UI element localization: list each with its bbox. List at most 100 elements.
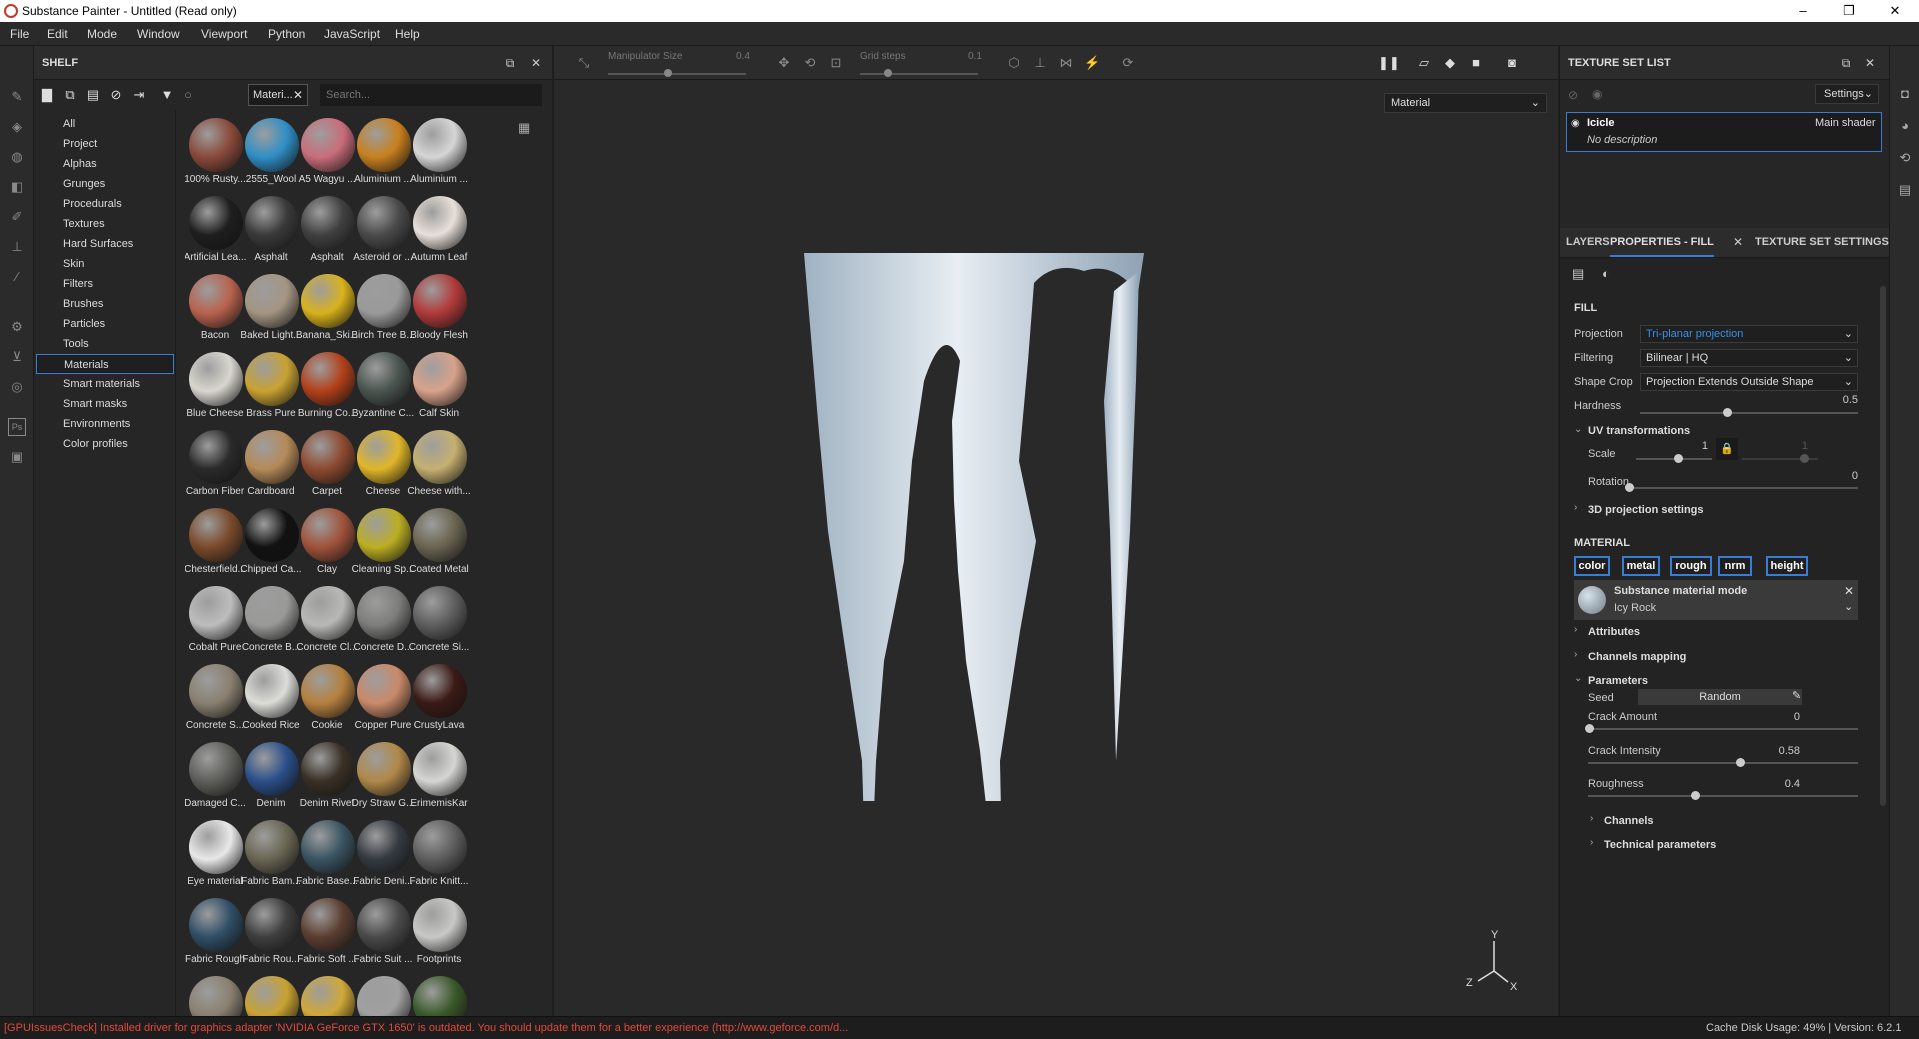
paint-brush-icon[interactable]: ✎ [8,88,26,106]
grid-view-icon[interactable]: ▦ [518,120,530,136]
chevron-down-icon[interactable]: ⌄ [1574,424,1582,435]
mirror-icon[interactable]: ⋈ [1058,55,1074,71]
scale-knob[interactable] [1674,454,1683,463]
seed-random-button[interactable]: Random [1638,689,1802,705]
roughness-slider[interactable] [1588,795,1858,797]
texture-set-item[interactable]: ◉ Icicle Main shader No description [1566,112,1882,152]
log-icon[interactable]: ▤ [1897,182,1913,198]
float-panel-icon[interactable]: ⧉ [1838,55,1854,71]
iray-icon[interactable]: ◎ [8,378,26,396]
chevron-right-icon[interactable]: › [1574,502,1577,513]
rotate-icon[interactable]: ⟲ [802,55,818,71]
shelf-search-input[interactable] [320,84,542,106]
reset-icon[interactable]: ⟳ [1120,55,1136,71]
remove-filter-icon[interactable]: ✕ [293,88,303,102]
menu-window[interactable]: Window [137,27,180,41]
roughness-value[interactable]: 0.4 [1760,778,1800,790]
material-tile[interactable]: Autumn Leaf [405,190,473,268]
properties-scrollbar[interactable] [1880,286,1886,806]
hardness-value[interactable]: 0.5 [1810,394,1858,406]
chevron-right-icon[interactable]: › [1590,813,1593,824]
menu-python[interactable]: Python [268,27,305,41]
float-panel-icon[interactable]: ⧉ [502,55,518,71]
menu-file[interactable]: File [10,27,29,41]
smudge-icon[interactable]: ✐ [8,208,26,226]
chevron-right-icon[interactable]: › [1590,837,1593,848]
edit-seed-icon[interactable]: ✎ [1792,689,1801,702]
category-brushes[interactable]: Brushes [36,294,174,314]
visibility-eye-icon[interactable]: ◉ [1571,118,1580,129]
tab-properties-fill[interactable]: PROPERTIES - FILL [1610,236,1714,257]
menu-javascript[interactable]: JavaScript [324,27,380,41]
parameters-title[interactable]: Parameters [1588,675,1648,687]
rotation-slider[interactable] [1628,487,1858,489]
lock-icon[interactable]: 🔒 [1716,438,1738,460]
close-panel-icon[interactable]: ✕ [1862,55,1878,71]
material-tile[interactable]: Concrete Si... [405,580,473,658]
hide-icon[interactable]: ⊘ [108,87,124,103]
maximize-button[interactable]: ❐ [1826,0,1872,22]
transform-icon[interactable]: ⤡ [576,55,592,71]
shape-crop-select[interactable]: Projection Extends Outside Shape ⌄ [1640,373,1858,391]
material-tile[interactable]: Cheese with... [405,424,473,502]
category-environments[interactable]: Environments [36,414,174,434]
display-settings-icon[interactable]: ◘ [1897,86,1913,102]
manipulator-size-knob[interactable] [664,69,672,77]
export-icon[interactable]: ▣ [8,448,26,466]
material-tile[interactable]: Footprints [405,892,473,970]
rotation-knob[interactable] [1625,483,1634,492]
category-project[interactable]: Project [36,134,174,154]
cube-snap-icon[interactable]: ⬡ [1006,55,1022,71]
category-particles[interactable]: Particles [36,314,174,334]
crack-amount-slider[interactable] [1588,728,1858,730]
screenshot-icon[interactable]: ◙ [1504,55,1520,71]
move-icon[interactable]: ✥ [776,55,792,71]
view-mode-icon[interactable]: ▱ [1416,55,1432,71]
chevron-down-icon[interactable]: ⌄ [1574,673,1582,684]
folder-icon[interactable]: ▇ [39,87,55,103]
material-tile[interactable]: Bloody Flesh [405,268,473,346]
settings-dropdown[interactable]: Settings ⌄ [1815,84,1879,104]
channel-chip-nrm[interactable]: nrm [1718,556,1752,576]
minimize-button[interactable]: – [1780,0,1826,22]
hardness-slider[interactable] [1640,412,1858,414]
technical-parameters-title[interactable]: Technical parameters [1604,839,1716,851]
channels-mapping-title[interactable]: Channels mapping [1588,651,1686,663]
crack-intensity-slider[interactable] [1588,762,1858,764]
menu-edit[interactable]: Edit [47,27,68,41]
3d-projection-settings-title[interactable]: 3D projection settings [1588,504,1704,516]
crack-amount-value[interactable]: 0 [1760,711,1800,723]
category-alphas[interactable]: Alphas [36,154,174,174]
material-tile[interactable]: Coated Metal [405,502,473,580]
rotation-value[interactable]: 0 [1810,470,1858,482]
roughness-knob[interactable] [1691,791,1700,800]
link-icon[interactable]: ⊘ [1568,88,1578,102]
scale-value-v[interactable]: 1 [1770,440,1808,452]
grid-steps-slider[interactable] [860,73,978,75]
symmetry-icon[interactable]: ⚡ [1084,55,1100,71]
close-panel-icon[interactable]: ✕ [528,55,544,71]
channels-subsection-title[interactable]: Channels [1604,815,1654,827]
chevron-right-icon[interactable]: › [1574,624,1577,635]
category-textures[interactable]: Textures [36,214,174,234]
category-procedurals[interactable]: Procedurals [36,194,174,214]
filter-icon[interactable]: ▼ [159,87,175,103]
menu-viewport[interactable]: Viewport [201,27,247,41]
material-tile[interactable] [405,970,473,1016]
measure-icon[interactable]: ⊻ [8,348,26,366]
category-color-profiles[interactable]: Color profiles [36,434,174,454]
attributes-title[interactable]: Attributes [1588,626,1640,638]
material-tile[interactable]: Aluminium ... [405,112,473,190]
category-all[interactable]: All [36,114,174,134]
viewport[interactable]: ⤡ Manipulator Size 0.4 ✥ ⟲ ⊡ Grid steps … [554,46,1558,1016]
chevron-down-icon[interactable]: ⌄ [1844,600,1853,613]
hardness-knob[interactable] [1723,408,1732,417]
crack-amount-knob[interactable] [1585,724,1594,733]
history-icon[interactable]: ⟲ [1897,150,1913,166]
pause-icon[interactable]: ❚❚ [1378,55,1400,71]
menu-mode[interactable]: Mode [87,27,117,41]
material-tile[interactable]: Fabric Knitt... [405,814,473,892]
eye-toggle-icon[interactable]: ◉ [1592,87,1602,101]
category-smart-masks[interactable]: Smart masks [36,394,174,414]
material-mode-select[interactable]: Material ⌄ [1384,93,1547,113]
